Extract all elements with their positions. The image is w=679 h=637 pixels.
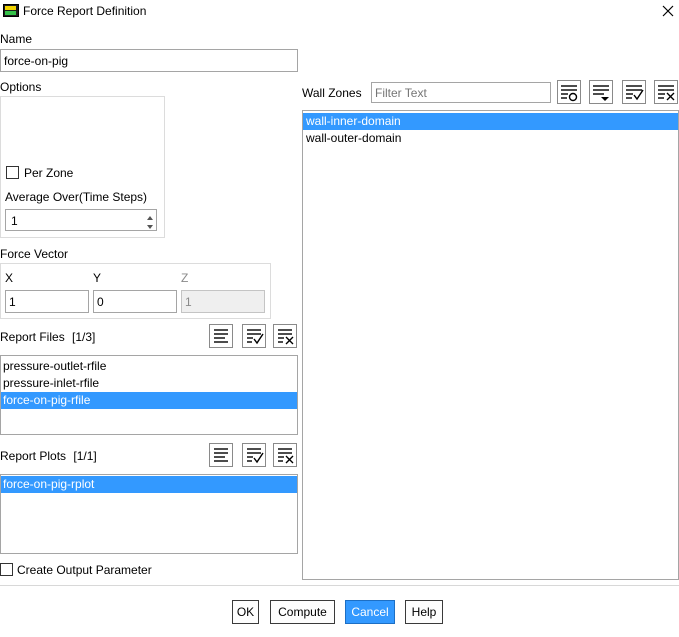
average-over-spinner[interactable]: 1 — [5, 209, 157, 231]
force-z-label: Z — [181, 271, 189, 285]
window-title: Force Report Definition — [23, 4, 147, 18]
wall-zones-deselect-all-button[interactable] — [654, 80, 678, 104]
force-z-field — [181, 290, 265, 313]
force-y-field[interactable] — [93, 290, 177, 313]
wall-zones-filter-input[interactable] — [371, 82, 551, 103]
force-vector-label: Force Vector — [0, 247, 69, 261]
wall-zones-list[interactable]: wall-inner-domain wall-outer-domain — [302, 110, 679, 580]
app-icon — [3, 4, 19, 17]
list-item[interactable]: wall-outer-domain — [303, 130, 678, 147]
list-item[interactable]: pressure-inlet-rfile — [1, 375, 297, 392]
create-output-parameter-label: Create Output Parameter — [17, 563, 152, 577]
options-label: Options — [0, 80, 42, 94]
report-plots-count: [1/1] — [73, 449, 97, 463]
list-item[interactable]: pressure-outlet-rfile — [1, 358, 297, 375]
per-zone-checkbox[interactable] — [6, 166, 19, 179]
report-plots-select-all-button[interactable] — [242, 443, 266, 467]
wall-zones-filter-button[interactable] — [557, 80, 581, 104]
wall-zones-label: Wall Zones — [302, 86, 362, 100]
report-plots-list-button[interactable] — [209, 443, 233, 467]
name-label: Name — [0, 32, 33, 46]
force-y-label: Y — [93, 271, 102, 285]
spinner-up-icon[interactable] — [144, 211, 156, 220]
report-plots-deselect-all-button[interactable] — [273, 443, 297, 467]
create-output-parameter-checkbox[interactable] — [0, 563, 13, 576]
force-x-label: X — [5, 271, 14, 285]
average-over-label: Average Over(Time Steps) — [5, 190, 148, 204]
report-files-label: Report Files [1/3] — [0, 330, 95, 344]
report-plots-label: Report Plots [1/1] — [0, 449, 97, 463]
footer-divider — [0, 585, 679, 586]
cancel-button[interactable]: Cancel — [345, 600, 395, 624]
report-files-select-all-button[interactable] — [242, 324, 266, 348]
wall-zones-list-button[interactable] — [589, 80, 613, 104]
report-plots-title: Report Plots — [0, 449, 67, 463]
spinner-down-icon[interactable] — [144, 221, 156, 230]
report-files-list[interactable]: pressure-outlet-rfile pressure-inlet-rfi… — [0, 355, 298, 435]
options-blank-area — [6, 103, 29, 135]
close-icon[interactable] — [661, 4, 675, 18]
report-plots-list[interactable]: force-on-pig-rplot — [0, 474, 298, 554]
force-x-field[interactable] — [5, 290, 89, 313]
name-field[interactable] — [0, 49, 298, 72]
list-item[interactable]: force-on-pig-rfile — [1, 392, 297, 409]
list-item[interactable]: force-on-pig-rplot — [1, 476, 297, 493]
per-zone-label: Per Zone — [24, 166, 74, 180]
report-files-list-button[interactable] — [209, 324, 233, 348]
average-over-value: 1 — [11, 214, 18, 228]
help-button[interactable]: Help — [405, 600, 443, 624]
wall-zones-select-all-button[interactable] — [622, 80, 646, 104]
report-files-title: Report Files — [0, 330, 65, 344]
report-files-deselect-all-button[interactable] — [273, 324, 297, 348]
ok-button[interactable]: OK — [232, 600, 259, 624]
list-item[interactable]: wall-inner-domain — [303, 113, 678, 130]
report-files-count: [1/3] — [72, 330, 96, 344]
compute-button[interactable]: Compute — [270, 600, 335, 624]
title-bar: Force Report Definition — [0, 0, 679, 24]
